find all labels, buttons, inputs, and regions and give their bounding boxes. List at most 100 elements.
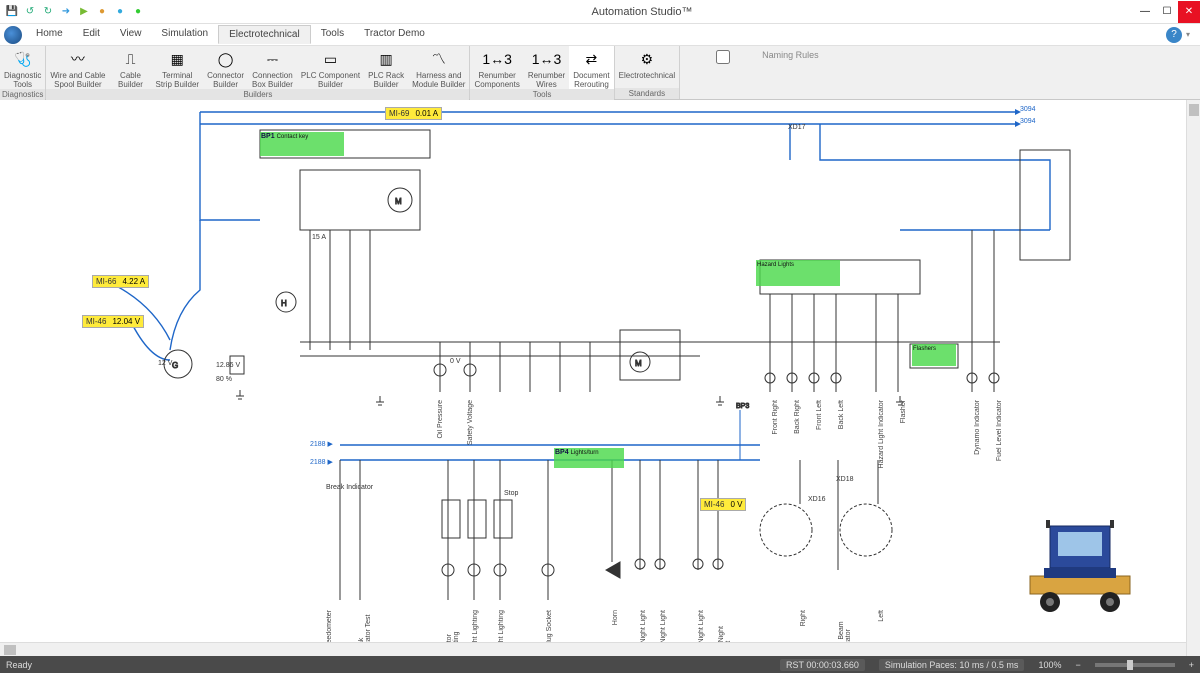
naming-rules-checkbox[interactable] [688,50,758,64]
ribbon-btn-wire-and-cable-spool-builder[interactable]: 〰Wire and Cable Spool Builder [46,46,109,89]
svg-text:M: M [395,197,402,206]
ribbon-btn-connector-builder[interactable]: ◯Connector Builder [203,46,248,89]
ribbon-group-diagnostics: 🩺Diagnostic ToolsDiagnostics [0,46,46,99]
help-dropdown-icon[interactable]: ▾ [1186,30,1190,39]
diagnostic-icon: 🩺 [12,48,34,70]
help-icon[interactable]: ? [1166,27,1182,43]
ribbon-btn-terminal-strip-builder[interactable]: ▦Terminal Strip Builder [152,46,204,89]
schematic-canvas[interactable]: M G H M [0,100,1200,656]
schematic-label: Break Indicator [326,484,373,491]
status-ready: Ready [6,660,32,670]
app-logo-icon[interactable] [4,26,22,44]
ribbon-btn-plc-rack-builder[interactable]: ▥PLC Rack Builder [364,46,408,89]
vertical-scrollbar[interactable] [1186,100,1200,656]
svg-text:M: M [635,359,642,368]
save-icon[interactable]: 💾 [4,4,20,20]
ribbon-btn-diagnostic-tools[interactable]: 🩺Diagnostic Tools [0,46,45,89]
sim-icon[interactable]: ▶ [76,4,92,20]
menu-tab-view[interactable]: View [110,25,152,44]
cable-icon: ⎍ [120,48,142,70]
redo-icon[interactable]: ↻ [40,4,56,20]
status-bar: Ready RST 00:00:03.660 Simulation Paces:… [0,656,1200,673]
ribbon-btn-label: Cable Builder [118,71,143,89]
zoom-slider[interactable] [1095,663,1175,667]
schematic-label: 80 % [216,376,232,383]
ribbon-btn-plc-component-builder[interactable]: ▭PLC Component Builder [297,46,364,89]
component-label: Horn [612,610,619,625]
menu-tab-edit[interactable]: Edit [73,25,110,44]
ribbon-btn-document-rerouting[interactable]: ⇄Document Rerouting [569,46,613,89]
svg-text:BP3: BP3 [736,403,749,410]
close-button[interactable]: ✕ [1178,1,1200,23]
menu-tab-electrotechnical[interactable]: Electrotechnical [218,25,311,44]
component-label: Dynamo Indicator [974,400,981,455]
naming-rules-field[interactable]: Naming Rules [680,46,827,99]
component-label: Right [800,610,807,626]
opt3-icon[interactable]: ● [130,4,146,20]
nav-icon[interactable]: ➜ [58,4,74,20]
schematic-label: 3094 [1020,106,1036,113]
wire-and-cable-icon: 〰 [67,48,89,70]
terminal-icon: ▦ [166,48,188,70]
renumber-icon: 1↔3 [486,48,508,70]
highlight-hazard-lights[interactable]: Hazard Lights [756,260,840,286]
measurement-mi-46[interactable]: MI-4612.04 V [82,315,144,328]
plc-rack-icon: ▥ [375,48,397,70]
naming-rules-label: Naming Rules [762,50,819,60]
component-label: Flasher [900,400,907,423]
ribbon-btn-label: Document Rerouting [573,71,609,89]
status-rst: RST 00:00:03.660 [780,659,865,671]
measurement-mi-69[interactable]: MI-690.01 A [385,107,442,120]
component-label: Left [878,610,885,622]
ribbon-btn-label: PLC Rack Builder [368,71,404,89]
highlight-flashers[interactable]: Flashers [912,344,956,366]
ribbon-group-standards: ⚙ElectrotechnicalStandards [615,46,680,99]
ribbon-btn-label: Diagnostic Tools [4,71,41,89]
component-label: Front Right [772,400,779,435]
measurement-mi-66[interactable]: MI-664.22 A [92,275,149,288]
measurement-mi-46[interactable]: MI-460 V [700,498,746,511]
maximize-button[interactable]: ☐ [1156,1,1178,23]
horizontal-scrollbar[interactable] [0,642,1186,656]
menu-tab-home[interactable]: Home [26,25,73,44]
electrotechnical-icon: ⚙ [636,48,658,70]
menu-bar: HomeEditViewSimulationElectrotechnicalTo… [0,24,1200,46]
ribbon-btn-renumber-components[interactable]: 1↔3Renumber Components [470,46,523,89]
highlight-lights-turn[interactable]: BP4 Lights/turn [554,448,624,468]
window-buttons: — ☐ ✕ [1134,1,1200,23]
ribbon-btn-label: Electrotechnical [619,71,675,80]
ribbon-btn-label: Wire and Cable Spool Builder [50,71,105,89]
ribbon-group-label: Tools [470,89,613,100]
schematic-label: XD17 [788,124,806,131]
ribbon-btn-connection-box-builder[interactable]: ⎓Connection Box Builder [248,46,297,89]
zoom-out-icon[interactable]: − [1075,660,1080,670]
component-label: Fuel Level Indicator [996,400,1003,461]
ribbon: 🩺Diagnostic ToolsDiagnostics〰Wire and Ca… [0,46,1200,100]
menu-tab-tools[interactable]: Tools [311,25,354,44]
ribbon-btn-label: Connection Box Builder [252,71,293,89]
schematic-label: 12 V [158,360,172,367]
status-paces: Simulation Paces: 10 ms / 0.5 ms [879,659,1025,671]
quick-access-toolbar: 💾 ↺ ↻ ➜ ▶ ● ● ● [0,4,150,20]
ribbon-btn-electrotechnical[interactable]: ⚙Electrotechnical [615,46,679,88]
zoom-in-icon[interactable]: + [1189,660,1194,670]
component-label: Back Left [838,400,845,429]
window-title: Automation Studio™ [150,6,1134,18]
ribbon-btn-label: PLC Component Builder [301,71,360,89]
undo-icon[interactable]: ↺ [22,4,38,20]
opt1-icon[interactable]: ● [94,4,110,20]
connection-icon: ⎓ [261,48,283,70]
renumber-icon: 1↔3 [536,48,558,70]
ribbon-btn-label: Renumber Wires [528,71,565,89]
ribbon-btn-cable-builder[interactable]: ⎍Cable Builder [110,46,152,89]
minimize-button[interactable]: — [1134,1,1156,23]
ribbon-group-label: Builders [46,89,469,100]
menu-tab-tractor-demo[interactable]: Tractor Demo [354,25,435,44]
ribbon-btn-harness-and-module-builder[interactable]: 〽Harness and Module Builder [408,46,469,89]
ribbon-btn-renumber-wires[interactable]: 1↔3Renumber Wires [524,46,569,89]
menu-tab-simulation[interactable]: Simulation [151,25,218,44]
title-bar: 💾 ↺ ↻ ➜ ▶ ● ● ● Automation Studio™ — ☐ ✕ [0,0,1200,24]
highlight-contact-key[interactable]: BP1 Contact key [260,132,344,156]
opt2-icon[interactable]: ● [112,4,128,20]
schematic-label: 15 A [312,234,326,241]
